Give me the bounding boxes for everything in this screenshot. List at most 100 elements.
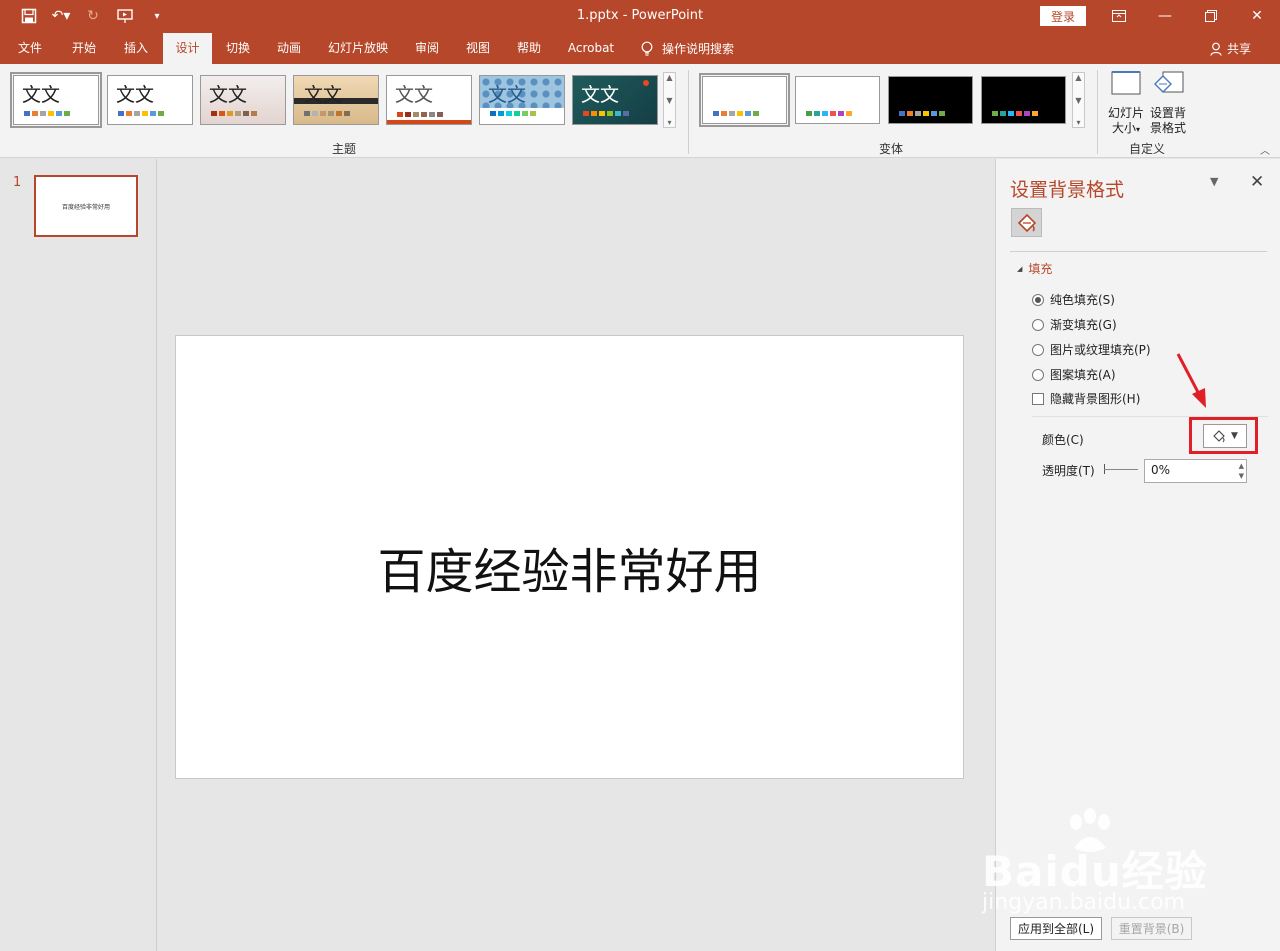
radio-solid-fill[interactable]: 纯色填充(S)	[1032, 291, 1115, 308]
share-label: 共享	[1227, 42, 1252, 56]
reset-background-button[interactable]: 重置背景(B)	[1111, 917, 1192, 940]
format-background-button[interactable]: 设置背景格式	[1146, 70, 1190, 136]
color-swatch	[506, 111, 512, 116]
theme-pattern[interactable]: 文文	[479, 75, 565, 125]
group-label-variants: 变体	[879, 142, 904, 156]
color-swatch	[745, 111, 751, 116]
slide-size-icon	[1111, 71, 1141, 95]
scroll-down-icon[interactable]: ▼	[1075, 96, 1081, 105]
pane-close-icon[interactable]: ✕	[1250, 172, 1264, 192]
color-swatch	[591, 111, 597, 116]
color-swatch	[737, 111, 743, 116]
tell-me-search[interactable]: 操作说明搜索	[640, 33, 734, 64]
ribbon-tab-bar: 文件 开始 插入 设计 切换 动画 幻灯片放映 审阅 视图 帮助 Acrobat…	[0, 33, 1280, 64]
tab-file[interactable]: 文件	[8, 33, 52, 64]
login-button[interactable]: 登录	[1040, 6, 1086, 26]
pane-options-icon[interactable]: ▼	[1210, 175, 1218, 188]
share-button[interactable]: 共享	[1210, 33, 1251, 64]
hide-background-graphics-checkbox[interactable]: 隐藏背景图形(H)	[1032, 390, 1140, 407]
radio-pattern-fill[interactable]: 图案填充(A)	[1032, 366, 1116, 383]
checkbox[interactable]	[1032, 392, 1044, 405]
radio-button[interactable]	[1032, 318, 1044, 331]
variant-1[interactable]	[699, 73, 790, 127]
color-swatch	[721, 111, 727, 116]
color-swatch	[607, 111, 613, 116]
themes-gallery-scroll[interactable]: ▲ ▼ ▾	[663, 72, 676, 128]
transparency-label: 透明度(T)	[1042, 464, 1095, 478]
color-swatch	[413, 112, 419, 117]
pane-title: 设置背景格式	[1010, 179, 1125, 201]
color-swatch	[48, 111, 54, 116]
title-bar: ↶▾ ↻ ▾ 1.pptx - PowerPoint 登录 — ✕	[0, 0, 1280, 33]
tab-view[interactable]: 视图	[456, 33, 500, 64]
spinner[interactable]: ▲ ▼	[1239, 461, 1244, 481]
color-swatch	[814, 111, 820, 116]
gallery-more-icon[interactable]: ▾	[667, 118, 671, 127]
collapse-ribbon-icon[interactable]: ︿	[1260, 142, 1270, 157]
color-swatch	[320, 111, 326, 116]
color-swatch	[899, 111, 905, 116]
tab-insert[interactable]: 插入	[114, 33, 158, 64]
scroll-up-icon[interactable]: ▲	[1075, 73, 1081, 82]
color-swatch	[939, 111, 945, 116]
fill-tab[interactable]	[1011, 208, 1042, 237]
color-swatch	[838, 111, 844, 116]
color-swatch	[32, 111, 38, 116]
theme-office-2[interactable]: 文文	[107, 75, 193, 125]
slide-canvas[interactable]: 百度经验非常好用	[175, 335, 964, 779]
ribbon-display-options-icon[interactable]	[1096, 4, 1142, 28]
close-window-icon[interactable]: ✕	[1234, 4, 1280, 28]
tab-design[interactable]: 设计	[163, 33, 212, 64]
variant-color-bar	[899, 111, 945, 116]
tab-acrobat[interactable]: Acrobat	[561, 33, 621, 64]
color-swatch	[1024, 111, 1030, 116]
theme-ion[interactable]: 文文	[386, 75, 472, 125]
radio-picture-fill[interactable]: 图片或纹理填充(P)	[1032, 341, 1151, 358]
gallery-more-icon[interactable]: ▾	[1076, 118, 1080, 127]
color-swatch	[211, 111, 217, 116]
fill-section-header[interactable]: ◢ 填充	[1017, 260, 1052, 277]
tab-help[interactable]: 帮助	[507, 33, 551, 64]
tab-review[interactable]: 审阅	[405, 33, 449, 64]
tab-transitions[interactable]: 切换	[216, 33, 260, 64]
color-label: 颜色(C)	[1042, 433, 1084, 447]
variant-2[interactable]	[795, 76, 880, 124]
color-swatch	[405, 112, 411, 117]
tab-animations[interactable]: 动画	[267, 33, 311, 64]
color-swatch	[992, 111, 998, 116]
slide-thumbnail[interactable]: 百度经验非常好用	[34, 175, 138, 237]
color-swatch	[923, 111, 929, 116]
scroll-down-icon[interactable]: ▼	[666, 96, 672, 105]
radio-button[interactable]	[1032, 343, 1044, 356]
color-swatch	[142, 111, 148, 116]
color-swatch	[134, 111, 140, 116]
color-swatch	[421, 112, 427, 117]
tab-slideshow[interactable]: 幻灯片放映	[322, 33, 394, 64]
variant-3[interactable]	[888, 76, 973, 124]
transparency-input[interactable]: 0% ▲ ▼	[1144, 459, 1247, 483]
theme-sample-text: 文文	[22, 84, 61, 106]
variants-gallery-scroll[interactable]: ▲ ▼ ▾	[1072, 72, 1085, 128]
minimize-icon[interactable]: —	[1142, 4, 1188, 28]
radio-button[interactable]	[1032, 293, 1044, 306]
restore-icon[interactable]	[1188, 4, 1234, 28]
slide-size-button[interactable]: 幻灯片大小▾	[1103, 70, 1149, 137]
theme-sample-text: 文文	[209, 84, 248, 106]
theme-color-bar	[490, 111, 536, 116]
slide-thumbnail-pane: 1 百度经验非常好用	[0, 159, 157, 951]
transparency-slider[interactable]	[1104, 469, 1138, 470]
transparency-value: 0%	[1151, 463, 1171, 477]
theme-dark-teal[interactable]: 文文	[572, 75, 658, 125]
pane-divider	[1010, 251, 1267, 252]
theme-berlin[interactable]: 文文	[200, 75, 286, 125]
variant-4[interactable]	[981, 76, 1066, 124]
radio-button[interactable]	[1032, 368, 1044, 381]
slide-text-box[interactable]: 百度经验非常好用	[176, 532, 963, 602]
theme-office[interactable]: 文文	[10, 72, 102, 128]
scroll-up-icon[interactable]: ▲	[666, 73, 672, 82]
radio-gradient-fill[interactable]: 渐变填充(G)	[1032, 316, 1117, 333]
pattern-fill-label: 图案填充(A)	[1050, 368, 1116, 382]
tab-home[interactable]: 开始	[62, 33, 106, 64]
theme-wood[interactable]: 文文	[293, 75, 379, 125]
apply-to-all-button[interactable]: 应用到全部(L)	[1010, 917, 1102, 940]
